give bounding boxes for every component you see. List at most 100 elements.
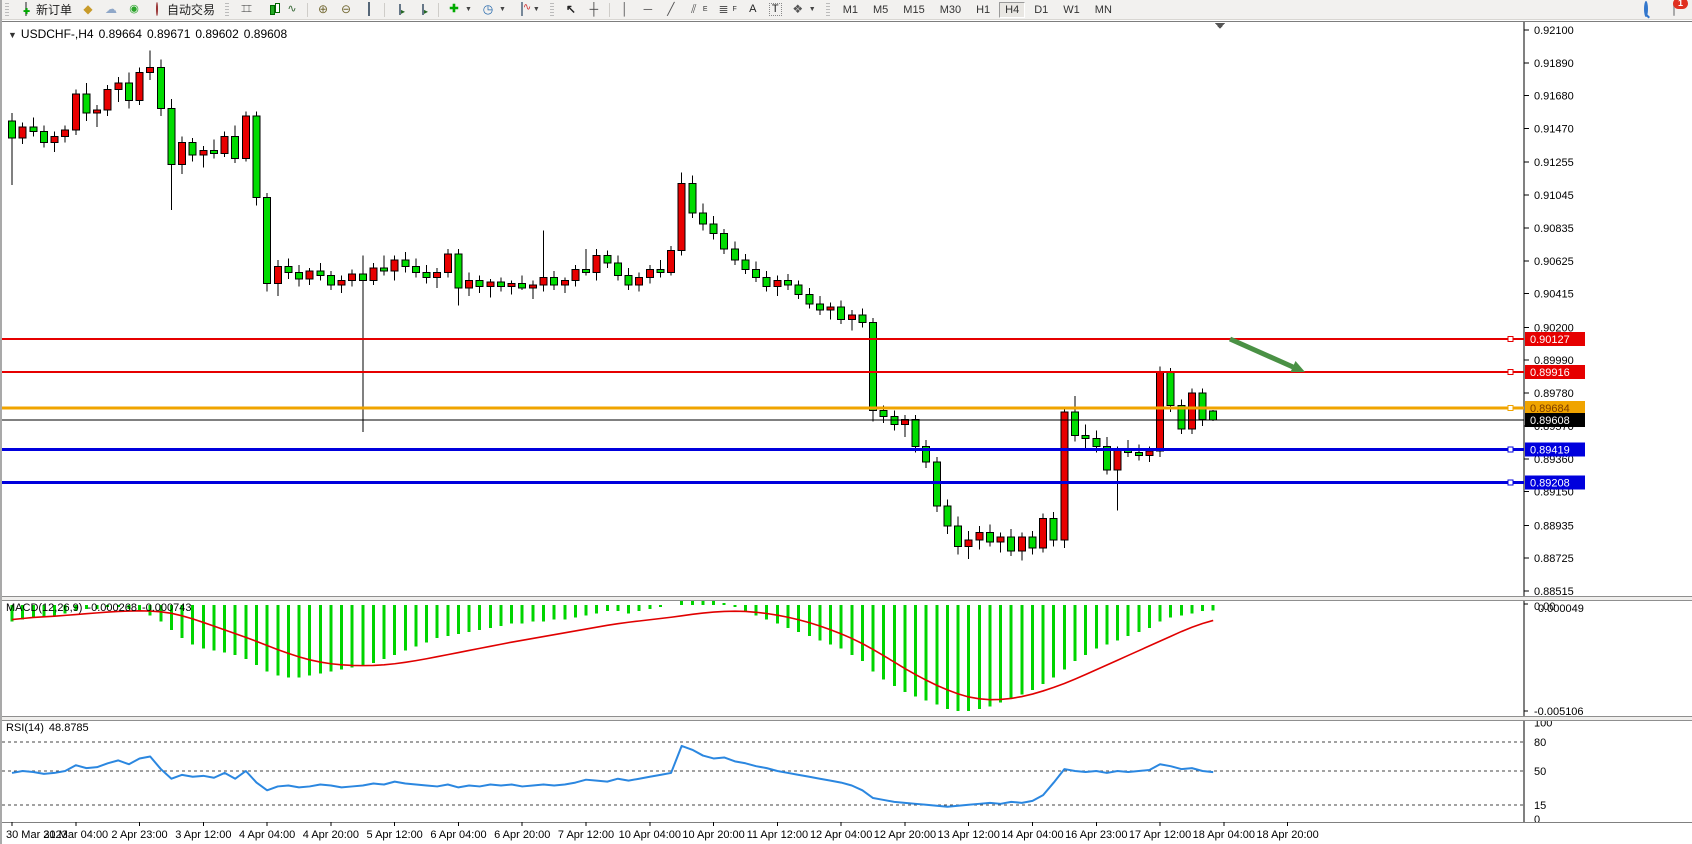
chart-window: ▼USDCHF-,H40.896640.896710.896020.89608 …	[2, 21, 1692, 844]
price-axis-label: 0.88725	[1534, 553, 1574, 565]
text-label-button[interactable]: T	[766, 1, 785, 19]
price-axis-label: 0.91680	[1534, 91, 1574, 103]
crosshair-button[interactable]: ┼	[584, 1, 604, 19]
price-hline-0.89419[interactable]: 0.89419	[2, 443, 1585, 457]
rsi-axis-label: 15	[1534, 800, 1546, 812]
time-axis-label: 10 Apr 04:00	[619, 829, 681, 841]
auto-arrange-button[interactable]: ▸	[390, 1, 410, 19]
timeframe-button-m15[interactable]: M15	[897, 2, 930, 18]
zoom-in-button[interactable]: ⊕	[313, 1, 333, 19]
candlestick-chart-button[interactable]	[259, 1, 279, 19]
styler-button[interactable]: ◆	[78, 1, 98, 19]
toolbar-gripper[interactable]	[550, 3, 554, 17]
timeframe-button-mn[interactable]: MN	[1089, 2, 1118, 18]
trend-arrow-annotation[interactable]	[1230, 339, 1305, 372]
indicators-menu-button[interactable]: ▼	[512, 1, 543, 19]
timeframe-button-d1[interactable]: D1	[1028, 2, 1054, 18]
text-label-icon: T	[769, 3, 782, 16]
auto-arrange-icon: ▸	[399, 4, 401, 15]
time-axis[interactable]: 30 Mar 202331 Mar 04:002 Apr 23:003 Apr …	[2, 822, 1692, 844]
toolbar-gripper[interactable]	[225, 3, 229, 17]
price-line-tag: 0.89208	[1530, 478, 1570, 490]
price-axis-label: 0.91470	[1534, 124, 1574, 136]
new-order-button[interactable]: 新订单	[16, 1, 75, 19]
price-line-tag: 0.90127	[1530, 334, 1570, 346]
search-button[interactable]	[1636, 1, 1656, 19]
styler-icon: ◆	[81, 3, 95, 16]
tile-windows-button[interactable]	[359, 1, 379, 19]
signals-button[interactable]: ◉	[124, 1, 144, 19]
price-axis-label: 0.91890	[1534, 58, 1574, 70]
crosshair-icon: ┼	[587, 3, 601, 16]
rsi-line	[12, 746, 1213, 807]
rsi-axis-label: 80	[1534, 737, 1546, 749]
time-axis-label: 4 Apr 04:00	[239, 829, 295, 841]
time-axis-label: 10 Apr 20:00	[682, 829, 744, 841]
toolbar-gripper[interactable]	[5, 3, 9, 17]
price-line-tag: 0.89916	[1530, 367, 1570, 379]
macd-value: -0.000268	[87, 602, 137, 614]
new-chart-button[interactable]: ✚▼	[444, 1, 475, 19]
equidistant-channel-button[interactable]: ⫽E	[684, 1, 711, 19]
price-line-tag: 0.89419	[1530, 445, 1570, 457]
collapse-ohlc-icon[interactable]: ▼	[8, 30, 17, 40]
panel-splitter[interactable]	[2, 716, 1692, 721]
timeframe-button-h4[interactable]: H4	[999, 2, 1025, 18]
ohlc-low: 0.89602	[195, 27, 238, 41]
ohlc-close: 0.89608	[244, 27, 287, 41]
macd-panel-canvas[interactable]: 0.000.000049-0.005106	[2, 599, 1692, 716]
price-axis-label: 0.90625	[1534, 256, 1574, 268]
horizontal-line-button[interactable]: ─	[638, 1, 658, 19]
timeframes-icon: ◷	[481, 3, 495, 16]
time-axis-label: 14 Apr 04:00	[1001, 829, 1063, 841]
autotrading-button[interactable]: 自动交易	[147, 1, 218, 19]
price-hline-0.89608[interactable]: 0.89608	[2, 413, 1585, 427]
new-order-icon	[25, 2, 27, 16]
chart-title: ▼USDCHF-,H40.896640.896710.896020.89608	[8, 27, 292, 41]
community-button[interactable]: ☁︎	[101, 1, 121, 19]
new-chart-icon: ✚	[447, 3, 461, 16]
cursor-icon: ↖	[564, 3, 578, 16]
bar-chart-button[interactable]: ⌶⌶	[236, 1, 256, 19]
vertical-line-icon: │	[618, 3, 632, 16]
chart-shift-marker-icon[interactable]	[1215, 23, 1225, 29]
price-hline-0.89208[interactable]: 0.89208	[2, 476, 1585, 490]
rsi-value: 48.8785	[49, 722, 89, 734]
chart-shift-button[interactable]: ▸	[413, 1, 433, 19]
timeframe-button-m5[interactable]: M5	[867, 2, 894, 18]
rsi-axis-label: 0	[1534, 814, 1540, 822]
rsi-axis-label: 50	[1534, 766, 1546, 778]
rsi-label: RSI(14)48.8785	[6, 722, 94, 734]
timeframe-button-h1[interactable]: H1	[970, 2, 996, 18]
rsi-panel-canvas[interactable]: 1008050150	[2, 719, 1692, 822]
fibonacci-button[interactable]: ≣F	[714, 1, 740, 19]
ohlc-high: 0.89671	[147, 27, 190, 41]
line-chart-button[interactable]: ∿	[282, 1, 302, 19]
autotrading-icon	[156, 2, 158, 16]
arrows-button[interactable]: ❖▼	[788, 1, 819, 19]
price-hline-0.89916[interactable]: 0.89916	[2, 365, 1585, 379]
timeframes-menu-button[interactable]: ◷▼	[478, 1, 509, 19]
chat-notification-badge: 1	[1673, 0, 1688, 9]
panel-splitter[interactable]	[2, 596, 1692, 601]
timeframe-button-m1[interactable]: M1	[837, 2, 864, 18]
chat-button[interactable]: 1	[1664, 1, 1684, 19]
text-icon: A	[746, 3, 760, 16]
vertical-line-button[interactable]: │	[615, 1, 635, 19]
toolbar-gripper[interactable]	[826, 3, 830, 17]
price-chart-canvas[interactable]: 0.921000.918900.916800.914700.912550.910…	[2, 22, 1692, 596]
zoom-out-button[interactable]: ⊖	[336, 1, 356, 19]
price-hline-0.89684[interactable]: 0.89684	[2, 401, 1585, 415]
cursor-button[interactable]: ↖	[561, 1, 581, 19]
timeframe-button-w1[interactable]: W1	[1057, 2, 1086, 18]
trendline-button[interactable]: ╱	[661, 1, 681, 19]
fibonacci-icon: ≣	[717, 3, 731, 16]
tile-windows-icon	[368, 2, 370, 16]
text-button[interactable]: A	[743, 1, 763, 19]
time-axis-label: 4 Apr 20:00	[303, 829, 359, 841]
timeframe-button-m30[interactable]: M30	[934, 2, 967, 18]
price-hline-0.90127[interactable]: 0.90127	[2, 332, 1585, 346]
horizontal-line-icon: ─	[641, 3, 655, 16]
timeframe-toolbar: M1M5M15M30H1H4D1W1MN	[833, 2, 1122, 18]
time-axis-label: 18 Apr 04:00	[1193, 829, 1255, 841]
